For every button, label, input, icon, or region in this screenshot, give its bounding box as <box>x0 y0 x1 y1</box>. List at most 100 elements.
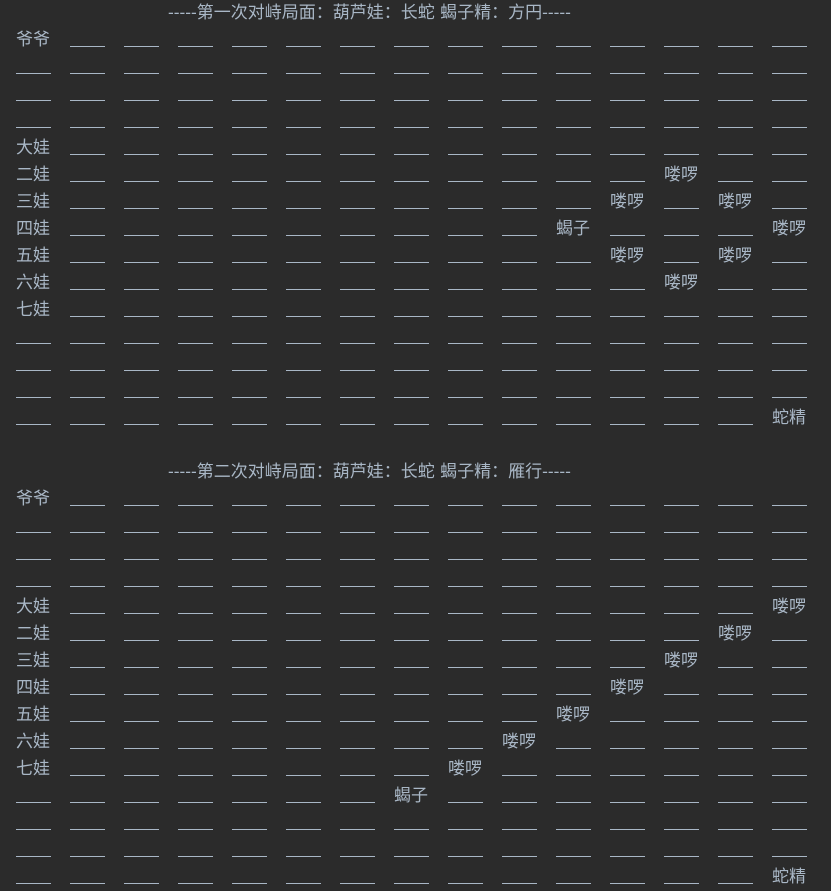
grid-cell-empty <box>556 270 591 290</box>
grid-cell-empty <box>610 324 645 344</box>
grid-cell-empty <box>556 27 591 47</box>
grid-cell-empty <box>178 486 213 506</box>
grid-cell-empty <box>772 297 807 317</box>
grid-cell-empty <box>124 405 159 425</box>
grid-cell-empty <box>664 405 699 425</box>
grid-cell-empty <box>178 27 213 47</box>
grid-cell-empty <box>610 783 645 803</box>
grid-cell-empty <box>610 270 645 290</box>
grid-cell-empty <box>394 675 429 695</box>
grid-cell-empty <box>286 594 321 614</box>
grid-cell-empty <box>664 324 699 344</box>
grid-cell-empty <box>448 162 483 182</box>
grid-cell-empty <box>394 270 429 290</box>
grid-cell-empty <box>556 54 591 74</box>
grid-cell-empty <box>610 567 645 587</box>
grid-cell-empty <box>664 486 699 506</box>
grid-cell-occupied: 喽啰 <box>610 678 644 698</box>
grid-cell-empty <box>664 216 699 236</box>
grid-cell-empty <box>16 513 51 533</box>
grid-cell-empty <box>502 783 537 803</box>
grid-cell-empty <box>610 486 645 506</box>
grid-cell-empty <box>718 270 753 290</box>
grid-cell-empty <box>232 189 267 209</box>
grid-cell-empty <box>124 567 159 587</box>
grid-cell-empty <box>286 621 321 641</box>
grid-cell-empty <box>70 648 105 668</box>
grid-cell-empty <box>394 567 429 587</box>
grid-cell-empty <box>16 864 51 884</box>
grid-cell-empty <box>394 324 429 344</box>
grid-cell-empty <box>286 378 321 398</box>
grid-cell-empty <box>664 756 699 776</box>
grid-cell-empty <box>286 27 321 47</box>
grid-cell-empty <box>286 675 321 695</box>
grid-cell-empty <box>394 351 429 371</box>
grid-cell-empty <box>502 54 537 74</box>
grid-cell-empty <box>232 783 267 803</box>
grid-row <box>0 108 831 135</box>
grid-cell-empty <box>124 27 159 47</box>
grid-cell-empty <box>664 81 699 101</box>
grid-cell-empty <box>70 189 105 209</box>
grid-cell-empty <box>16 81 51 101</box>
grid-cell-empty <box>232 27 267 47</box>
grid-cell-occupied: 喽啰 <box>718 624 752 644</box>
grid-cell-empty <box>394 108 429 128</box>
grid-cell-empty <box>772 27 807 47</box>
grid-cell-empty <box>718 81 753 101</box>
grid-cell-empty <box>718 756 753 776</box>
grid-cell-empty <box>286 108 321 128</box>
grid-cell-empty <box>232 756 267 776</box>
grid-cell-empty <box>178 270 213 290</box>
grid-cell-empty <box>340 567 375 587</box>
grid-cell-empty <box>340 648 375 668</box>
grid-cell-empty <box>772 81 807 101</box>
grid-cell-occupied: 蝎子 <box>556 219 590 239</box>
grid-cell-empty <box>772 810 807 830</box>
grid-row: 六娃 喽啰 <box>0 729 831 756</box>
grid-cell-empty <box>232 675 267 695</box>
grid-cell-empty <box>502 864 537 884</box>
grid-cell-empty <box>772 54 807 74</box>
grid-cell-empty <box>448 405 483 425</box>
grid-cell-empty <box>502 324 537 344</box>
grid-cell-empty <box>718 216 753 236</box>
grid-cell-empty <box>178 243 213 263</box>
grid-cell-empty <box>772 486 807 506</box>
grid-cell-empty <box>340 540 375 560</box>
grid-cell-empty <box>124 243 159 263</box>
grid-cell-empty <box>448 783 483 803</box>
grid-row <box>0 567 831 594</box>
grid-cell-empty <box>16 108 51 128</box>
grid-cell-empty <box>664 864 699 884</box>
grid-cell-empty <box>70 702 105 722</box>
grid-cell-empty <box>232 297 267 317</box>
grid-cell-empty <box>70 837 105 857</box>
grid-cell-empty <box>70 270 105 290</box>
grid-cell-empty <box>232 351 267 371</box>
grid-cell-empty <box>448 540 483 560</box>
grid-cell-empty <box>178 135 213 155</box>
grid-cell-empty <box>502 108 537 128</box>
grid-row: 蝎子 <box>0 783 831 810</box>
grid-cell-empty <box>124 135 159 155</box>
grid-cell-empty <box>664 189 699 209</box>
grid-cell-empty <box>610 837 645 857</box>
grid-cell-empty <box>232 243 267 263</box>
grid-cell-empty <box>664 729 699 749</box>
grid-cell-empty <box>718 648 753 668</box>
grid-cell-empty <box>502 675 537 695</box>
grid-cell-empty <box>718 324 753 344</box>
grid-cell-empty <box>556 135 591 155</box>
grid-row: 二娃 喽啰 <box>0 621 831 648</box>
grid-cell-empty <box>16 351 51 371</box>
grid-row: 五娃 喽啰 <box>0 702 831 729</box>
grid-cell-empty <box>178 864 213 884</box>
grid-cell-empty <box>232 594 267 614</box>
grid-cell-occupied: 喽啰 <box>664 165 698 185</box>
grid-cell-empty <box>286 270 321 290</box>
grid-cell-empty <box>70 27 105 47</box>
grid-cell-empty <box>70 54 105 74</box>
grid-cell-empty <box>502 594 537 614</box>
